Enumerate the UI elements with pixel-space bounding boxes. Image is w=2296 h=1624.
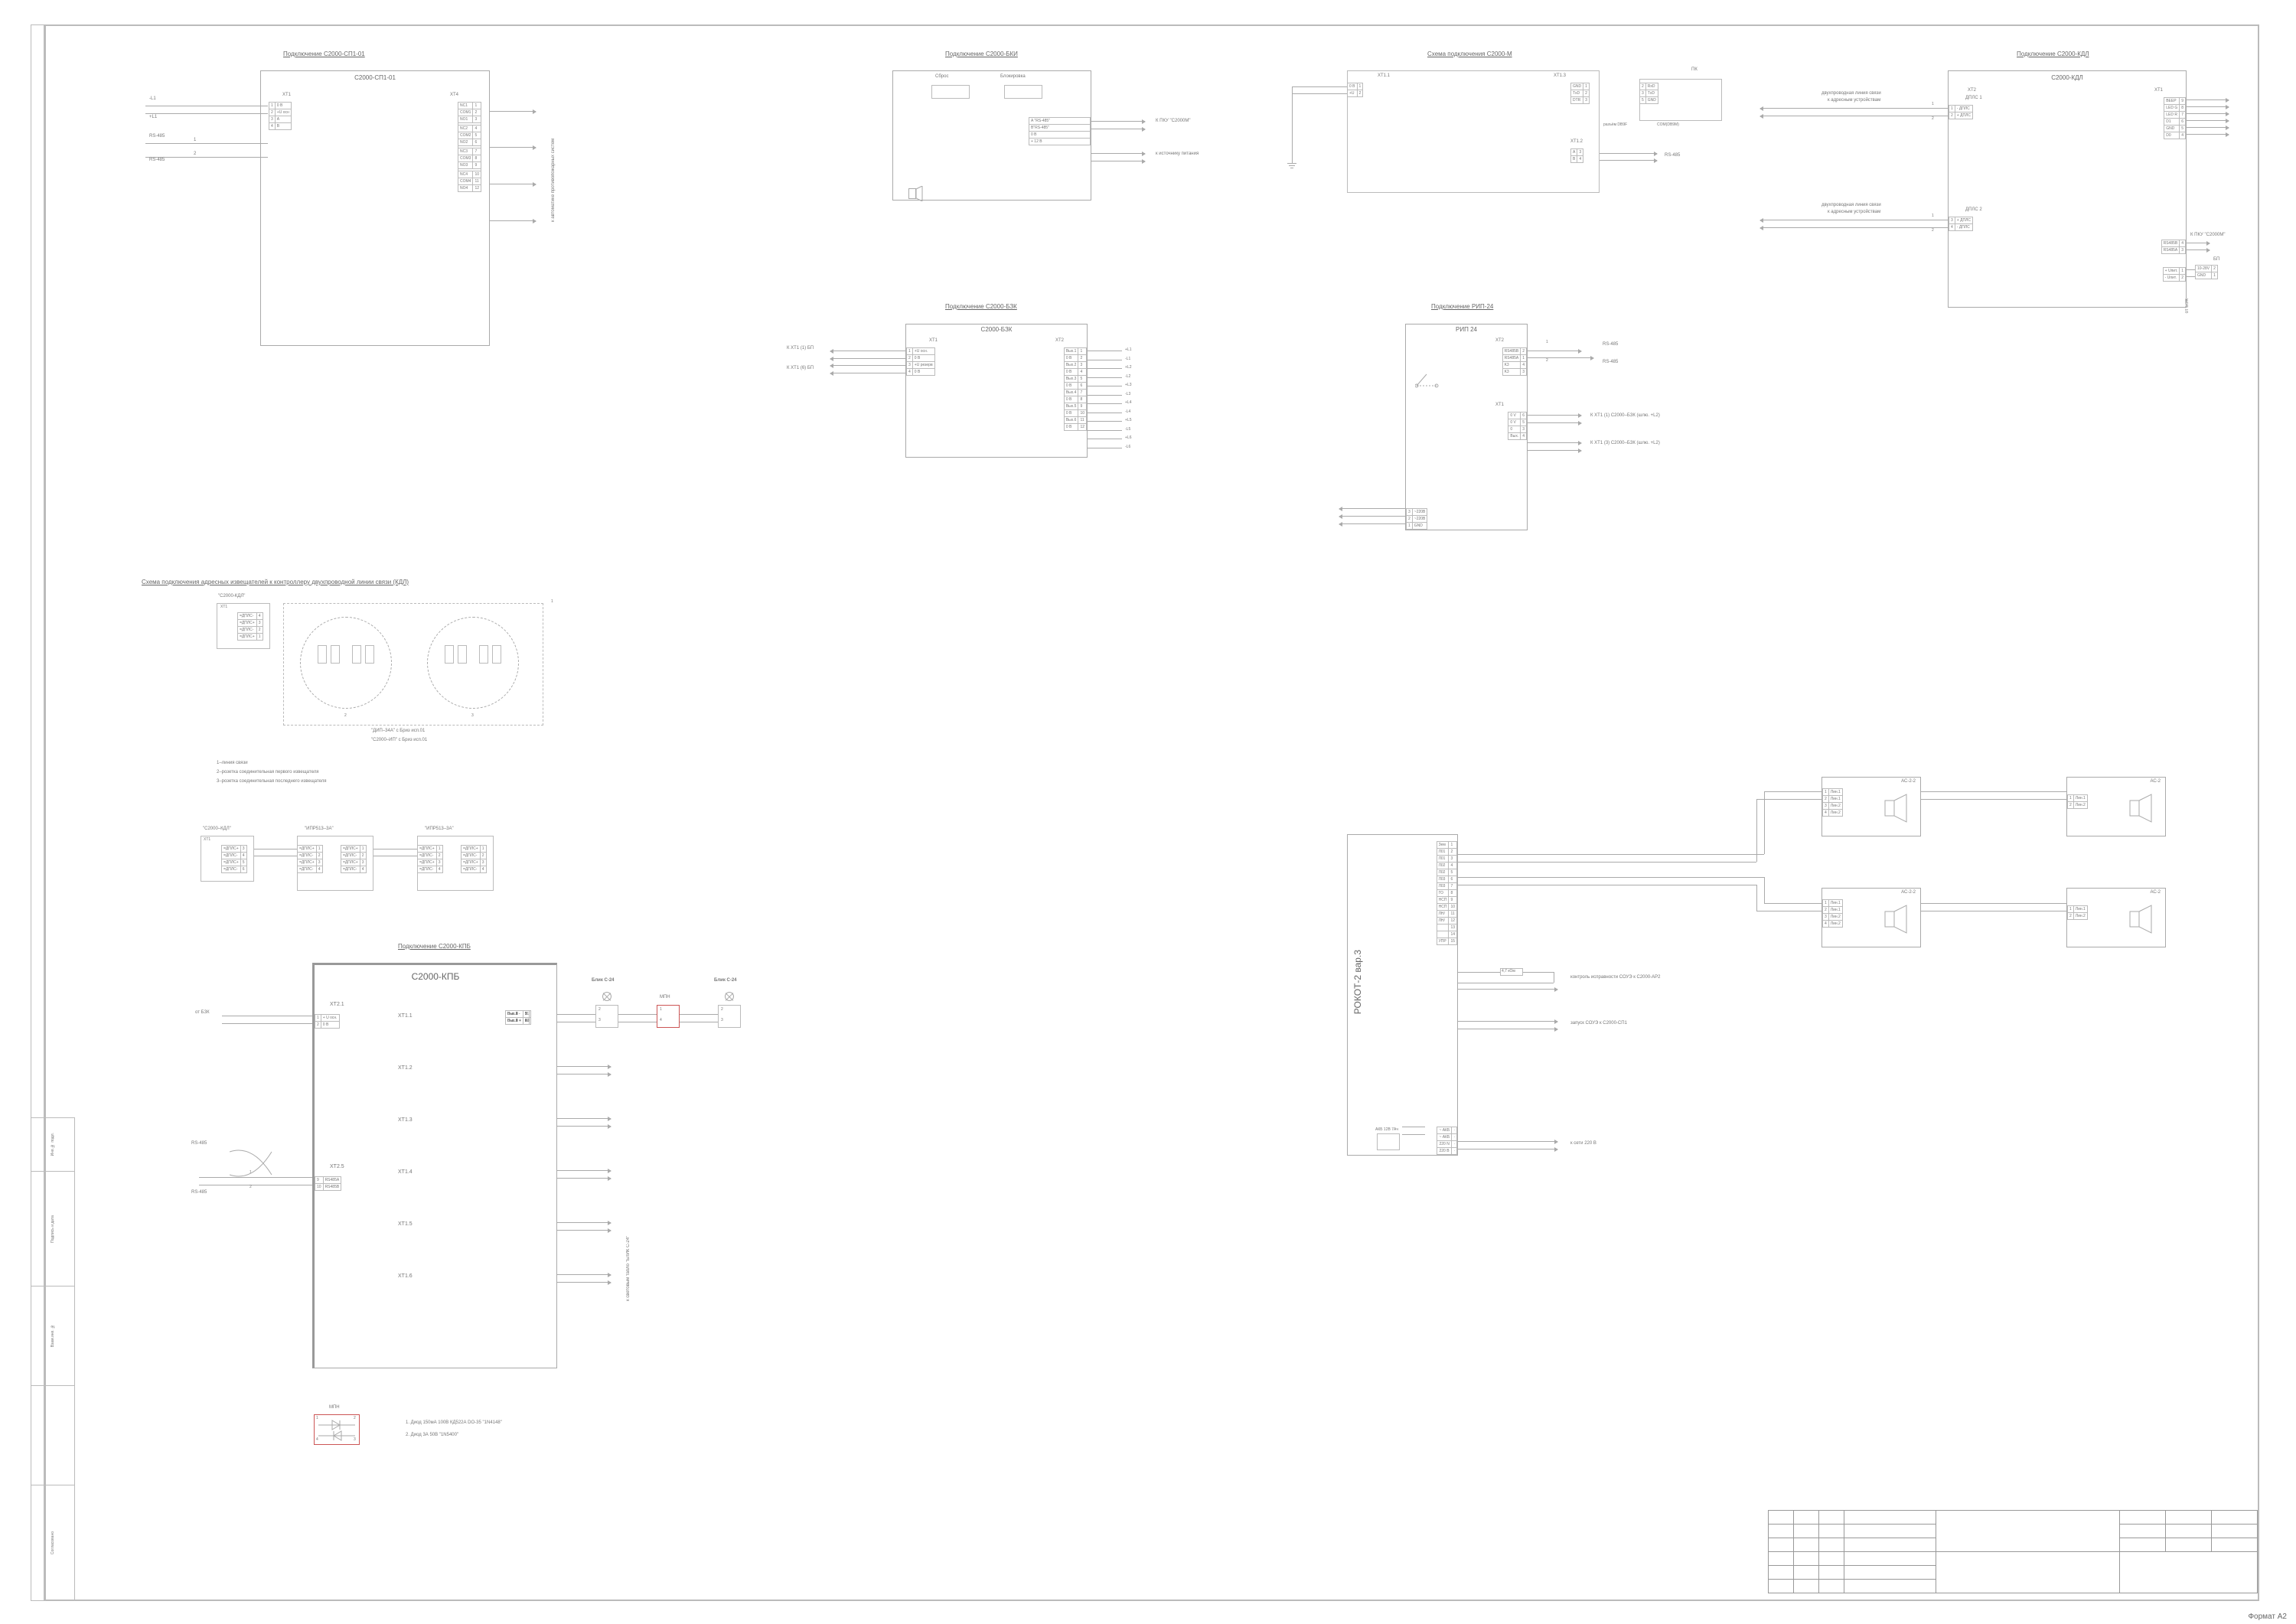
speaker-AC2-2: АС-2 1Лин.1 2Лин.2 <box>2066 888 2166 947</box>
rokot-block: РОКОТ-2 вар.3 Зем1 Л012 Л013 Л024 Л025 Л… <box>1347 834 1458 1156</box>
bzk-out-label: +L2 <box>1125 365 1131 370</box>
switch-icon <box>1415 370 1446 390</box>
c2000m-title: Схема подключения С2000-М <box>1427 51 1512 57</box>
bzk-out-label: -L6 <box>1125 445 1130 449</box>
bki-block: Сброс Блокировка A "RS-485" B"RS-485" 0 … <box>892 70 1091 201</box>
c2000m-rs485: RS-485 <box>1665 153 1680 158</box>
bzk-out-label: +L3 <box>1125 383 1131 387</box>
bzk-out-label: -L5 <box>1125 427 1130 432</box>
speaker-icon <box>1883 904 1914 934</box>
kpb-right-note: к световым табло "БЛИК С-24" <box>626 1087 631 1301</box>
sp1-rs485a: RS-485 <box>149 134 165 139</box>
bzk-out-label: -L4 <box>1125 409 1130 414</box>
speaker-AC2-1: АС-2 1Лин.1 2Лин.2 <box>2066 777 2166 836</box>
light-icon-1 <box>602 992 612 1001</box>
kdl-block: С2000-КДЛ XT2 ДПЛС 1 1- ДПЛС 2+ ДПЛС ДПЛ… <box>1948 70 2187 308</box>
speaker-icon <box>2128 793 2159 823</box>
side-sign-date: Подпись и дата <box>51 1215 55 1243</box>
speaker-icon <box>2128 904 2159 934</box>
sp1-rs485b: RS-485 <box>149 158 165 162</box>
bzk-out-line <box>1088 430 1122 431</box>
rip-block: РИП 24 XT2 RS485B2 RS485A1 K34 K33 XT1 0… <box>1405 324 1528 530</box>
bzk-out-label: +L6 <box>1125 435 1131 440</box>
sp1-right-note: к автоматике противопожарных систем <box>551 84 556 222</box>
sp1-title: Подключение С2000-СП1-01 <box>283 51 365 57</box>
rip-title: Подключение РИП-24 <box>1431 303 1493 310</box>
bzk-out-label: -L3 <box>1125 392 1130 396</box>
sp1-device: С2000-СП1-01 <box>261 74 489 81</box>
bzk-out-line <box>1088 368 1122 369</box>
bzk-block: С2000-БЗК XT1 1+U осн. 20 В 3+U резерв 4… <box>905 324 1088 458</box>
light-icon-2 <box>725 992 734 1001</box>
detector-1 <box>300 617 392 709</box>
bzk-out-line <box>1088 421 1122 422</box>
bzk-title: Подключение С2000-БЗК <box>945 303 1017 310</box>
speaker-AC22-1: АС-2-2 1Лин.1 2Лин.1 3Лин.2 4Лин.2 <box>1821 777 1921 836</box>
kdl-src: от БЭК <box>2185 298 2190 313</box>
bzk-out-line <box>1088 403 1122 404</box>
bzk-out-label: -L2 <box>1125 374 1130 379</box>
title-block <box>1768 1510 2258 1593</box>
bzk-out-label: +L5 <box>1125 418 1131 422</box>
kpb-title: Подключение С2000-КПБ <box>398 943 471 950</box>
akb-icon <box>1377 1133 1400 1150</box>
bzk-out-line <box>1088 395 1122 396</box>
side-inv: Инв.№ подл. <box>51 1133 55 1156</box>
kdl-title: Подключение С2000-КДЛ <box>2017 51 2089 57</box>
side-sogl: Согласовано <box>51 1531 55 1554</box>
speaker-AC22-2: АС-2-2 1Лин.1 2Лин.1 3Лин.2 4Лин.2 <box>1821 888 1921 947</box>
diode-icon <box>318 1417 355 1442</box>
side-vzam: Взам.инв. № <box>51 1324 55 1347</box>
bki-title: Подключение С2000-БКИ <box>945 51 1018 57</box>
kdl2-title: Схема подключения адресных извещателей к… <box>142 579 409 585</box>
bzk-out-label: +L4 <box>1125 400 1131 405</box>
speaker-icon <box>1883 793 1914 823</box>
bzk-out-label: +L1 <box>1125 347 1131 352</box>
bzk-out-line <box>1088 377 1122 378</box>
c2000m-block <box>1347 70 1600 193</box>
sp1-block: С2000-СП1-01 XT1 10 В 2+U осн 3А 4В XT4 … <box>260 70 490 346</box>
bzk-out-label: -L1 <box>1125 357 1130 361</box>
format-label: Формат А2 <box>2248 1613 2287 1621</box>
detector-2 <box>427 617 519 709</box>
